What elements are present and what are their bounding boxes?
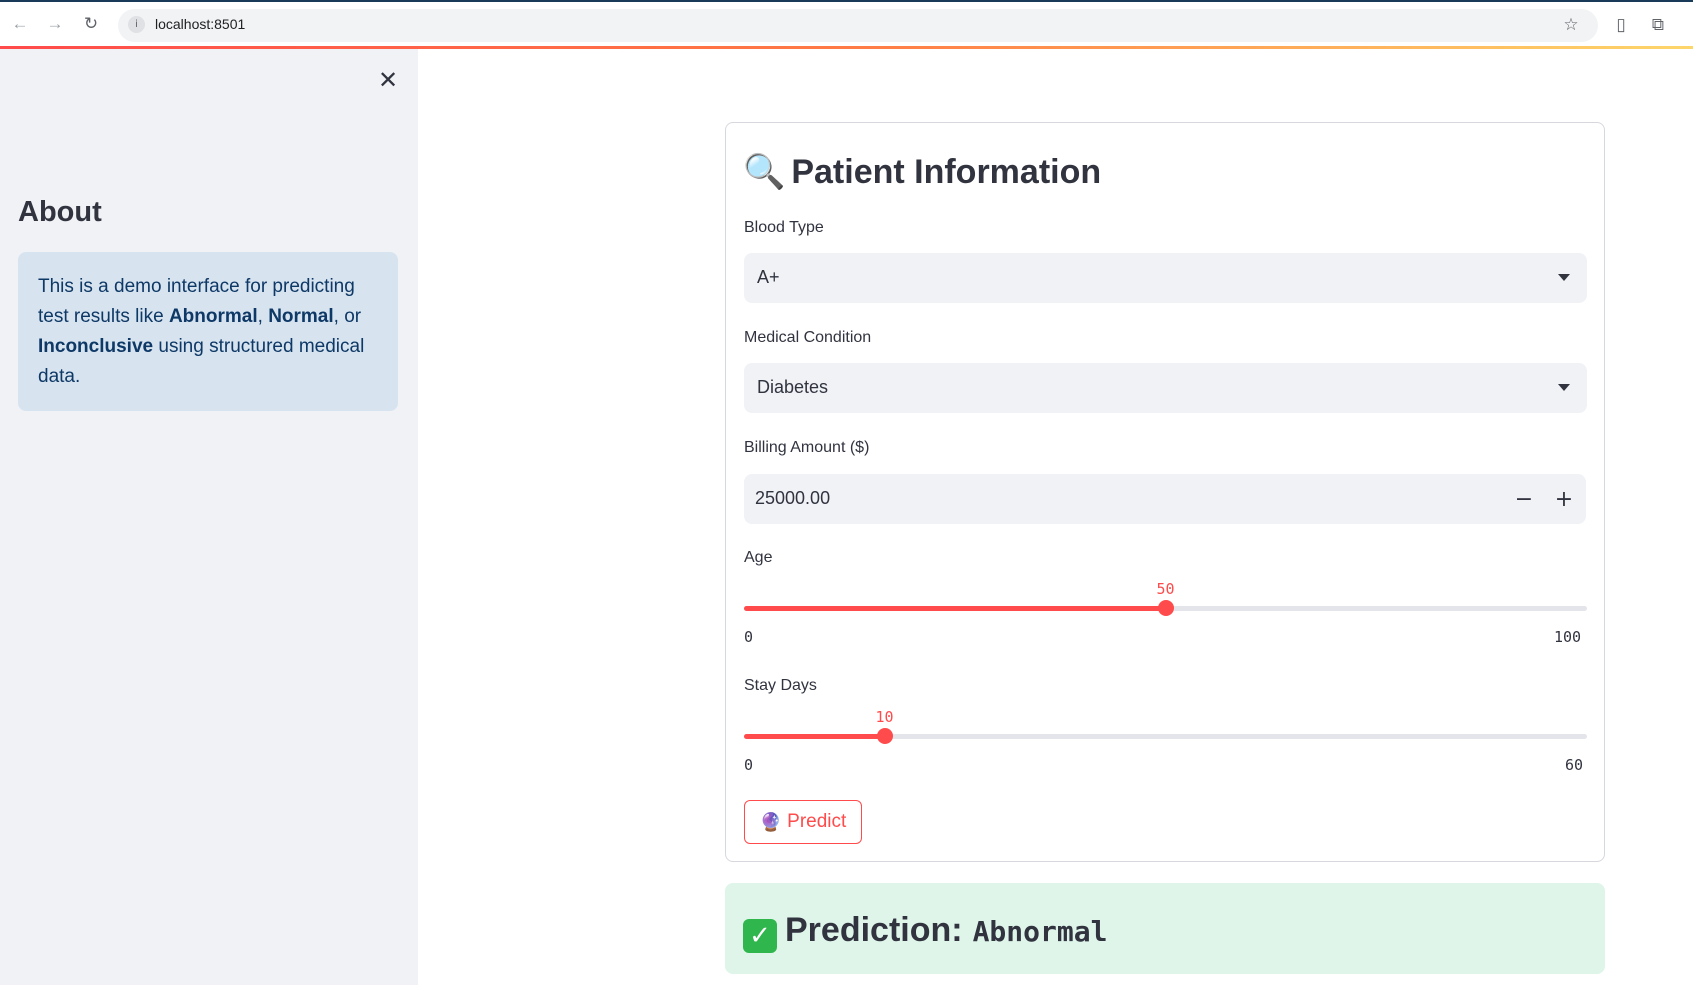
stay-days-slider-fill bbox=[744, 734, 885, 739]
predict-button[interactable]: 🔮 Predict bbox=[744, 800, 862, 844]
age-max-label: 100 bbox=[1554, 628, 1582, 646]
check-mark-icon: ✓ bbox=[743, 919, 777, 953]
about-info-box: This is a demo interface for predicting … bbox=[18, 252, 398, 411]
address-bar[interactable] bbox=[118, 9, 1598, 42]
stay-days-max-label: 60 bbox=[1565, 756, 1584, 774]
chevron-down-icon bbox=[1558, 274, 1570, 281]
chevron-down-icon bbox=[1558, 384, 1570, 391]
stay-days-min-label: 0 bbox=[744, 756, 754, 774]
stay-days-label: Stay Days bbox=[744, 677, 817, 694]
stay-days-slider-thumb[interactable] bbox=[876, 728, 893, 744]
medical-condition-label: Medical Condition bbox=[744, 329, 872, 346]
sidebar bbox=[0, 49, 418, 985]
blood-type-select[interactable]: A+ bbox=[744, 253, 1587, 303]
medical-condition-select[interactable]: Diabetes bbox=[744, 363, 1587, 413]
browser-toolbar: ← → ↻ i localhost:8501 ☆ ▯ ⧉ bbox=[0, 0, 1693, 47]
stay-days-slider-value: 10 bbox=[875, 708, 894, 726]
forward-arrow-icon[interactable]: → bbox=[43, 12, 67, 36]
prediction-result: ✓ Prediction: Abnormal bbox=[743, 911, 1108, 953]
reading-list-icon[interactable]: ▯ bbox=[1610, 14, 1632, 36]
decrement-button[interactable]: − bbox=[1510, 485, 1538, 513]
billing-number-input[interactable]: 25000.00 − + bbox=[744, 474, 1586, 524]
age-slider-value: 50 bbox=[1156, 580, 1175, 598]
info-inconclusive: Inconclusive bbox=[38, 336, 154, 357]
site-info-icon[interactable]: i bbox=[128, 16, 145, 33]
billing-value[interactable]: 25000.00 bbox=[755, 488, 830, 509]
close-sidebar-icon[interactable]: ✕ bbox=[376, 66, 400, 94]
age-slider[interactable] bbox=[744, 600, 1587, 616]
age-label: Age bbox=[744, 549, 773, 566]
reload-icon[interactable]: ↻ bbox=[79, 12, 103, 36]
prediction-label: Prediction: bbox=[785, 911, 963, 949]
extensions-icon[interactable]: ⧉ bbox=[1647, 14, 1669, 36]
age-slider-thumb[interactable] bbox=[1157, 600, 1174, 616]
bookmark-star-icon[interactable]: ☆ bbox=[1560, 14, 1582, 36]
prediction-value: Abnormal bbox=[972, 915, 1108, 948]
increment-button[interactable]: + bbox=[1550, 485, 1578, 513]
back-arrow-icon[interactable]: ← bbox=[8, 12, 32, 36]
billing-label: Billing Amount ($) bbox=[744, 439, 870, 456]
info-text: , bbox=[257, 306, 269, 327]
predict-label: Predict bbox=[787, 811, 847, 832]
stay-days-slider[interactable] bbox=[744, 728, 1587, 744]
prediction-result-box: ✓ Prediction: Abnormal bbox=[725, 883, 1605, 974]
info-text: , or bbox=[333, 306, 362, 327]
info-abnormal: Abnormal bbox=[168, 306, 258, 327]
blood-type-label: Blood Type bbox=[744, 219, 824, 236]
info-normal: Normal bbox=[268, 306, 334, 327]
form-title-text: Patient Information bbox=[791, 152, 1102, 191]
age-slider-fill bbox=[744, 606, 1166, 611]
url-text[interactable]: localhost:8501 bbox=[155, 16, 245, 32]
form-title: 🔍 Patient Information bbox=[743, 152, 1101, 192]
sidebar-heading: About bbox=[18, 196, 102, 228]
medical-condition-value: Diabetes bbox=[757, 377, 829, 397]
magnifier-icon: 🔍 bbox=[743, 152, 786, 192]
crystal-ball-icon: 🔮 bbox=[759, 811, 783, 833]
age-min-label: 0 bbox=[744, 628, 754, 646]
blood-type-value: A+ bbox=[757, 267, 780, 287]
